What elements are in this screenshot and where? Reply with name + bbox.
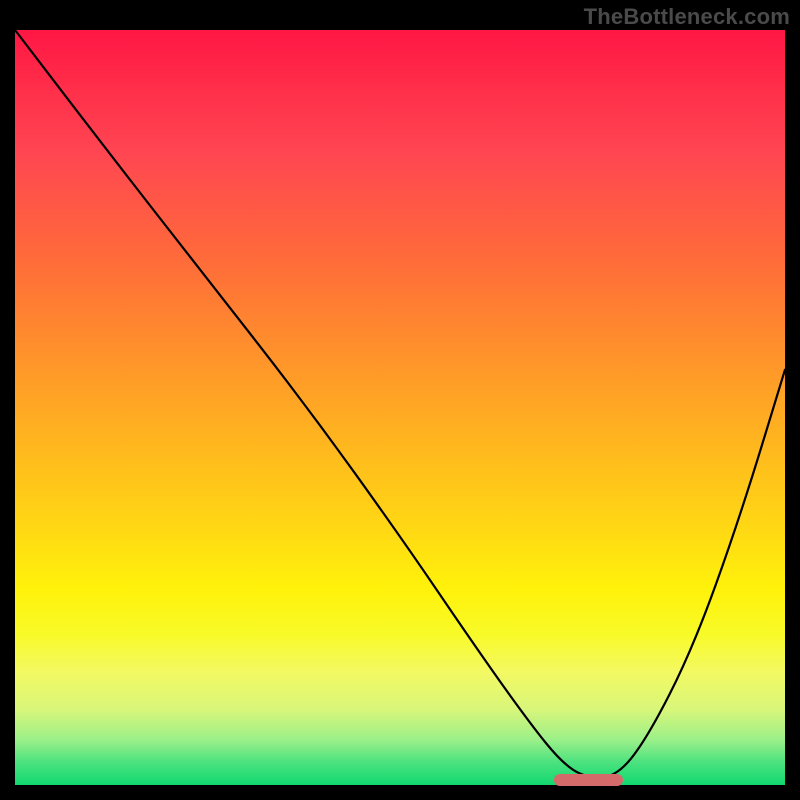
bottleneck-curve (15, 30, 785, 785)
watermark-label: TheBottleneck.com (584, 4, 790, 30)
chart-frame: TheBottleneck.com (0, 0, 800, 800)
chart-plot-area (15, 30, 785, 785)
optimal-range-marker (554, 774, 623, 786)
